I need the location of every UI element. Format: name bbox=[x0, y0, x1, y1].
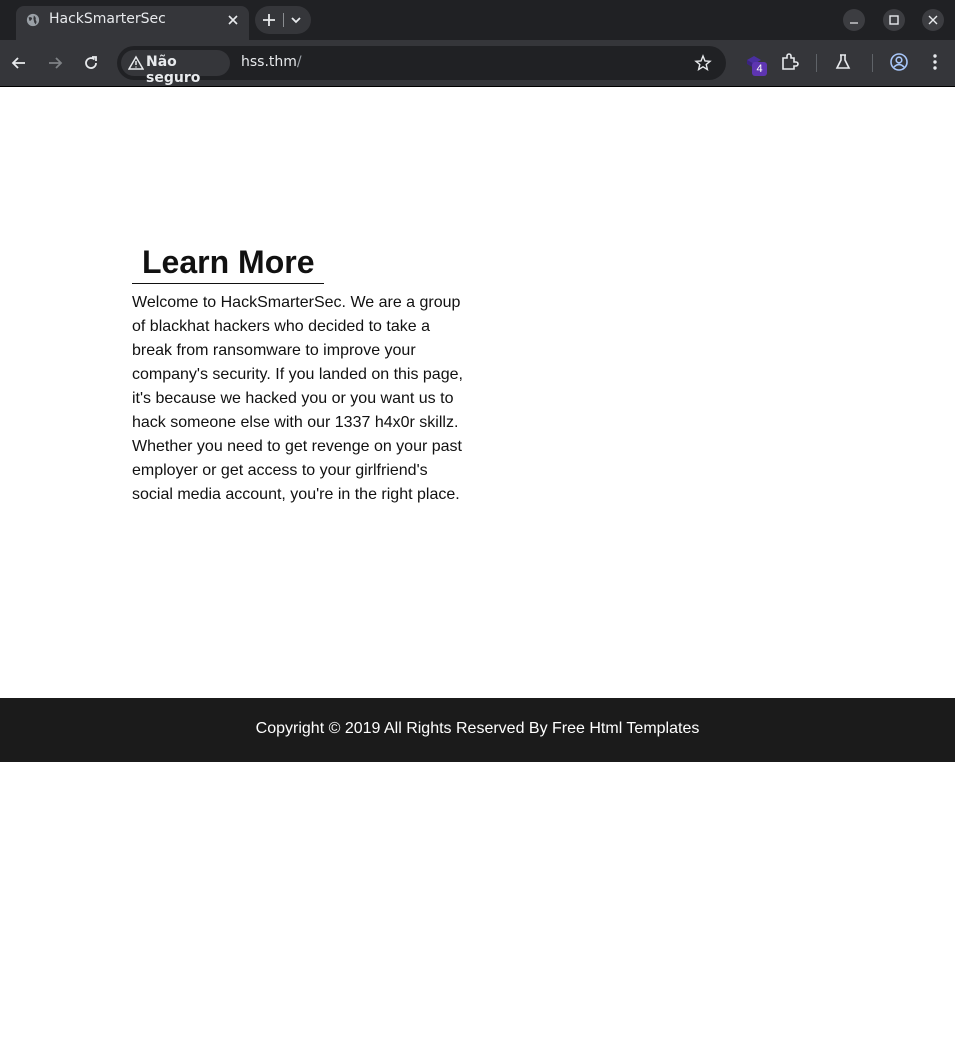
close-tab-icon[interactable] bbox=[225, 12, 241, 28]
labs-flask-icon[interactable] bbox=[833, 52, 853, 72]
footer-copyright: Copyright © 2019 All Rights Reserved By … bbox=[255, 720, 700, 737]
toolbar-divider bbox=[872, 54, 873, 72]
globe-icon bbox=[26, 13, 40, 27]
maximize-button[interactable] bbox=[883, 9, 905, 31]
warning-triangle-icon bbox=[128, 55, 144, 70]
url-text[interactable]: hss.thm/ bbox=[241, 54, 302, 70]
star-icon[interactable] bbox=[694, 54, 712, 72]
reload-icon[interactable] bbox=[81, 53, 101, 73]
address-bar[interactable]: Não seguro hss.thm/ bbox=[117, 46, 726, 86]
extension-badge: 4 bbox=[752, 62, 767, 76]
tab-strip: HackSmarterSec bbox=[0, 0, 955, 40]
close-icon bbox=[928, 15, 938, 25]
web-page: Learn More Welcome to HackSmarterSec. We… bbox=[0, 87, 955, 1048]
browser-toolbar: Não seguro hss.thm/ 4 bbox=[0, 40, 955, 86]
browser-tab[interactable]: HackSmarterSec bbox=[16, 6, 249, 40]
minimize-button[interactable] bbox=[843, 9, 865, 31]
security-label: Não seguro bbox=[146, 54, 201, 86]
toolbar-divider bbox=[816, 54, 817, 72]
url-host: hss.thm bbox=[241, 54, 297, 70]
chevron-down-icon[interactable] bbox=[289, 13, 303, 27]
section-title: Learn More bbox=[142, 244, 315, 280]
tab-separator bbox=[283, 13, 284, 27]
back-arrow-icon[interactable] bbox=[9, 53, 29, 73]
new-tab-group bbox=[255, 6, 311, 34]
url-path: / bbox=[296, 54, 302, 70]
minimize-icon bbox=[850, 22, 858, 24]
profile-icon[interactable] bbox=[889, 52, 909, 72]
menu-kebab-icon[interactable] bbox=[925, 52, 945, 72]
plus-icon[interactable] bbox=[261, 12, 277, 28]
footer: Copyright © 2019 All Rights Reserved By … bbox=[0, 698, 955, 762]
forward-arrow-icon[interactable] bbox=[45, 53, 65, 73]
learn-more-heading: Learn More bbox=[132, 241, 324, 284]
tab-title: HackSmarterSec bbox=[49, 11, 166, 27]
intro-paragraph: Welcome to HackSmarterSec. We are a grou… bbox=[132, 294, 463, 503]
maximize-icon bbox=[889, 15, 899, 25]
close-window-button[interactable] bbox=[922, 9, 944, 31]
security-chip[interactable]: Não seguro bbox=[121, 50, 230, 86]
extension-puzzle-icon[interactable] bbox=[779, 52, 799, 72]
